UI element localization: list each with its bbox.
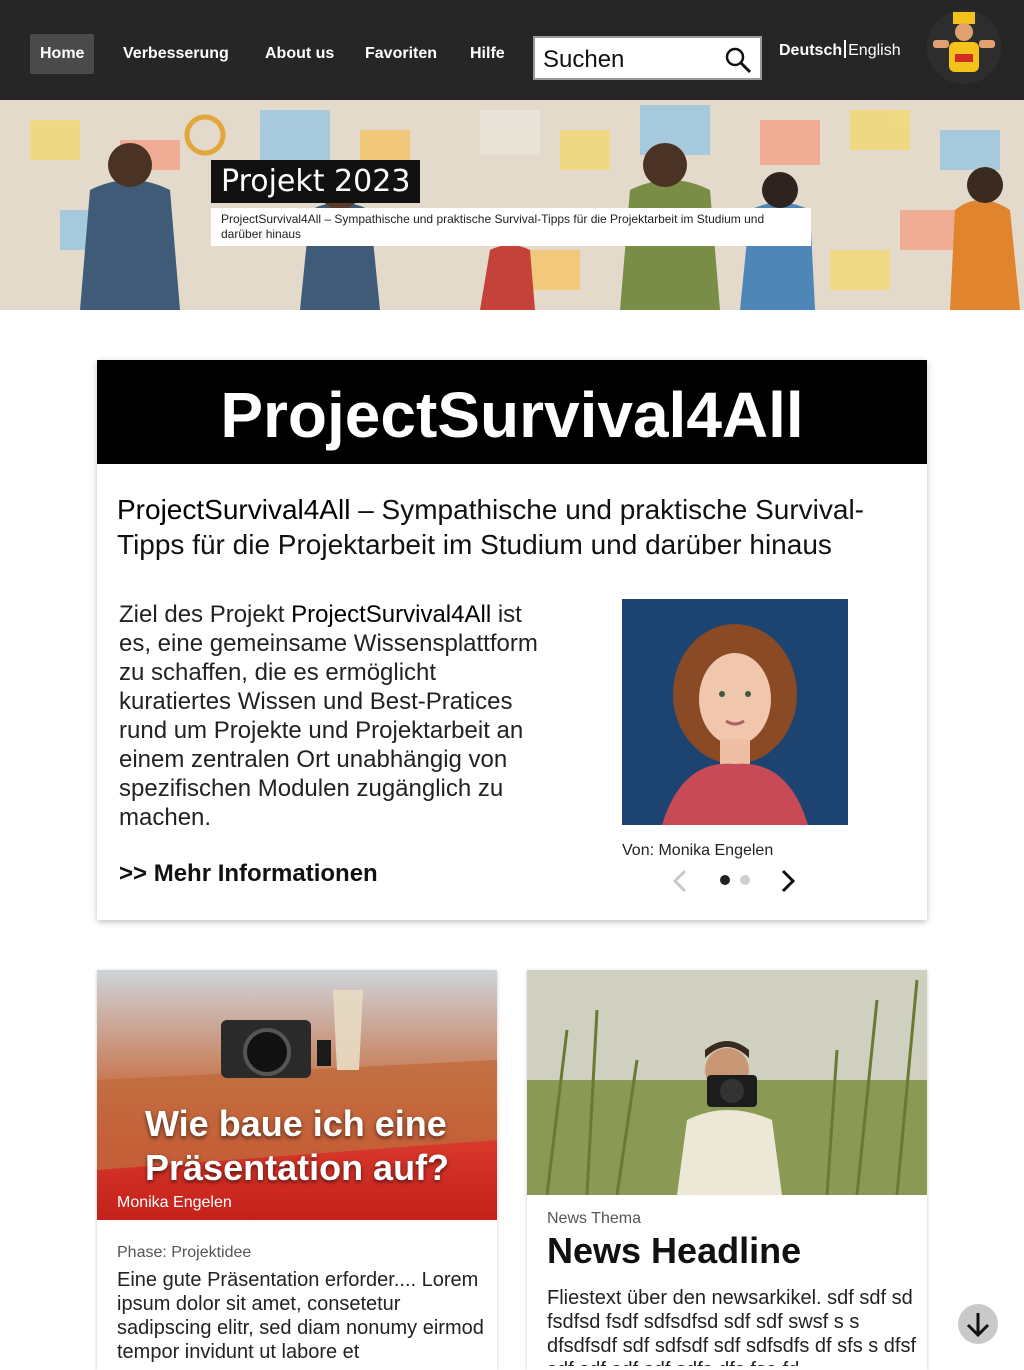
hero-banner: Projekt 2023 ProjectSurvival4All – Sympa… [0, 100, 1024, 310]
photographer-photo [527, 970, 927, 1195]
intro-body: Ziel des Projekt ProjectSurvival4All ist… [119, 600, 549, 832]
article-title[interactable]: Wie baue ich eine Präsentation auf? [145, 1102, 465, 1190]
intro-body-pre: Ziel des Projekt [119, 601, 292, 628]
nav-verbesserung-label: Verbesserung [123, 45, 229, 62]
nav-favoriten[interactable]: Favoriten [355, 34, 447, 74]
portrait-image [622, 599, 848, 825]
nav-about-label: About us [265, 45, 335, 62]
chevron-right-icon[interactable] [781, 869, 796, 893]
hero-title: Projekt 2023 [211, 160, 421, 203]
hero-illustration [0, 100, 1024, 310]
carousel-controls [669, 868, 809, 894]
hero-subtitle: ProjectSurvival4All – Sympathische und p… [211, 208, 811, 246]
news-headline[interactable]: News Headline [547, 1230, 801, 1272]
nav-hilfe-label: Hilfe [470, 45, 505, 62]
avatar[interactable] [927, 10, 1001, 84]
author-portrait [622, 599, 848, 825]
news-body: Fliestext über den newsarkikel. sdf sdf … [547, 1287, 917, 1366]
intro-body-brand: ProjectSurvival4All [291, 601, 492, 628]
arrow-down-icon [966, 1313, 990, 1338]
lang-separator [844, 40, 847, 58]
article-author: Monika Engelen [117, 1194, 232, 1211]
search-icon[interactable] [724, 46, 752, 74]
article-excerpt: Eine gute Präsentation erforder.... Lore… [117, 1269, 484, 1363]
nav-home-label: Home [40, 45, 85, 62]
intro-subtitle-brand: ProjectSurvival4All [117, 494, 351, 525]
page-title: ProjectSurvival4All [97, 360, 927, 464]
language-switch: Deutsch English [779, 40, 901, 60]
search-value: Suchen [543, 46, 625, 73]
portrait-caption: Von: Monika Engelen [622, 842, 774, 859]
chevron-left-icon[interactable] [672, 869, 687, 893]
carousel-dot-1[interactable] [720, 875, 730, 885]
intro-body-post: ist es, eine gemeinsame Wissensplattform… [119, 601, 538, 831]
search-input[interactable]: Suchen [533, 36, 762, 80]
nav-about-us[interactable]: About us [255, 34, 344, 74]
scroll-down-button[interactable] [958, 1304, 998, 1344]
avatar-figure-icon [927, 10, 1001, 84]
news-card[interactable]: News Thema News Headline Fliestext über … [527, 970, 927, 1370]
nav-favoriten-label: Favoriten [365, 45, 438, 62]
carousel-dot-2[interactable] [740, 875, 750, 885]
top-navigation: Home Verbesserung About us Favoriten Hil… [0, 0, 1024, 100]
intro-subtitle: ProjectSurvival4All – Sympathische und p… [117, 492, 917, 562]
news-topic: News Thema [547, 1210, 641, 1227]
lang-deutsch[interactable]: Deutsch [779, 42, 842, 59]
more-info-link[interactable]: >> Mehr Informationen [119, 860, 378, 888]
article-card-presentation[interactable]: Wie baue ich eine Präsentation auf? Moni… [97, 970, 497, 1370]
nav-hilfe[interactable]: Hilfe [460, 34, 515, 74]
nav-verbesserung[interactable]: Verbesserung [113, 34, 239, 74]
nav-home[interactable]: Home [30, 34, 95, 74]
intro-card: ProjectSurvival4All ProjectSurvival4All … [97, 360, 927, 920]
news-image [527, 970, 927, 1195]
article-phase: Phase: Projektidee [117, 1244, 252, 1261]
lang-english[interactable]: English [848, 42, 900, 59]
